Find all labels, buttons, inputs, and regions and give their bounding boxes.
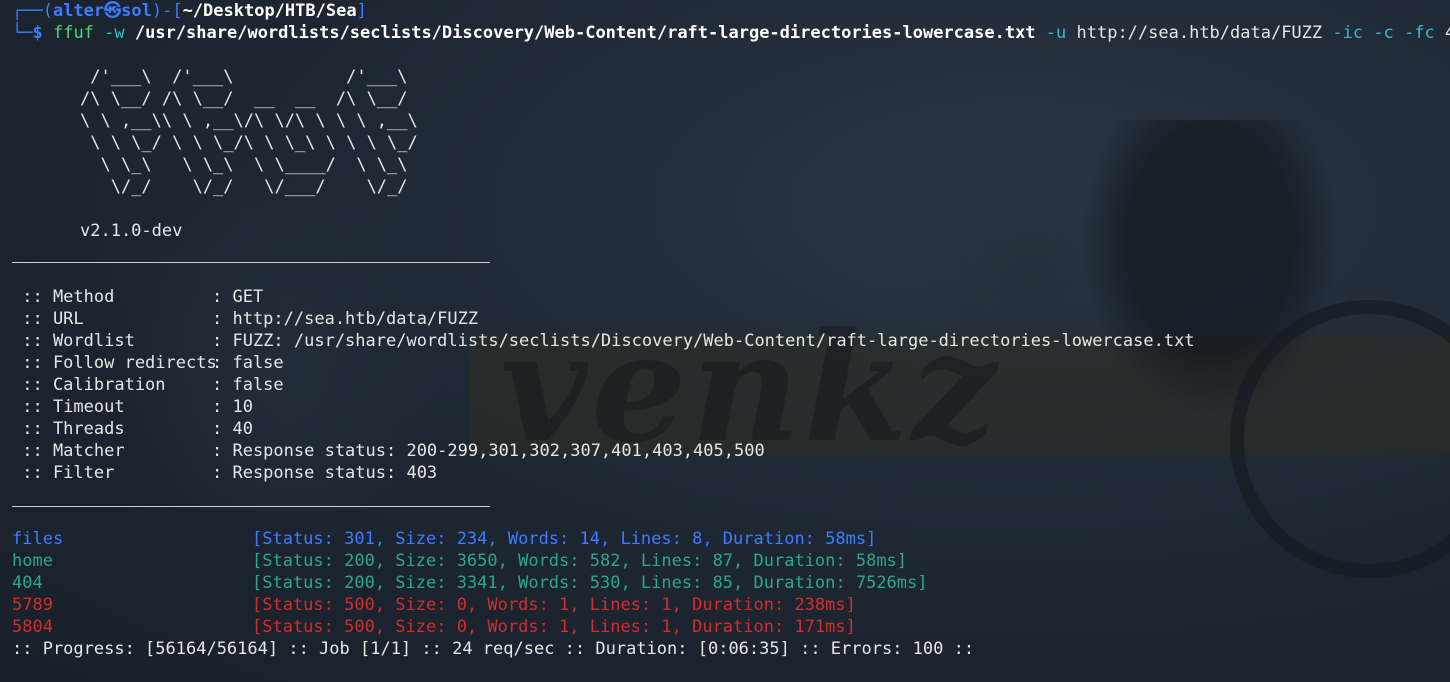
result-name: 5804 (12, 617, 53, 637)
ffuf-ascii-banner: /'___\ /'___\ /'___\ /\ \__/ /\ \__/ __ … (80, 67, 418, 197)
config-key: :: Matcher (12, 441, 125, 461)
config-value: : 40 (212, 419, 253, 439)
result-row[interactable]: home [Status: 200, Size: 3650, Words: 582… (12, 550, 907, 572)
divider-bottom (12, 506, 490, 507)
config-value: : 10 (212, 397, 253, 417)
config-key: :: Threads (12, 419, 125, 439)
prompt-end: ] (356, 1, 367, 21)
divider-top (12, 262, 490, 263)
config-value: : GET (212, 287, 264, 307)
command-flags-rest: -ic -c -fc (1322, 23, 1445, 43)
command-wordlist: /usr/share/wordlists/seclists/Discovery/… (134, 23, 1036, 43)
config-value: : false (212, 375, 284, 395)
result-detail: [Status: 500, Size: 0, Words: 1, Lines: … (252, 595, 856, 615)
config-key: :: Wordlist (12, 331, 135, 351)
command-url: http://sea.htb/data/FUZZ (1076, 23, 1323, 43)
config-row-timeout: :: Timeout : 10 (12, 396, 253, 418)
prompt-path: ~/Desktop/HTB/Sea (182, 1, 357, 21)
config-key: :: Filter (12, 463, 115, 483)
config-row-wordlist: :: Wordlist : FUZZ: /usr/share/wordlists/… (12, 330, 1195, 352)
result-row[interactable]: files [Status: 301, Size: 234, Words: 14,… (12, 528, 876, 550)
config-key: :: Calibration (12, 375, 166, 395)
result-name: 404 (12, 573, 43, 593)
config-row-matcher: :: Matcher : Response status: 200-299,301… (12, 440, 765, 462)
result-detail: [Status: 500, Size: 0, Words: 1, Lines: … (252, 617, 856, 637)
config-value: : Response status: 403 (212, 463, 438, 483)
prompt-corner-top: ┌──( (12, 1, 53, 21)
prompt-user: alter㉿sol (52, 1, 152, 21)
command-name: ffuf (52, 23, 94, 43)
config-key: :: Follow redirects (12, 353, 217, 373)
config-row-follow-redirects: :: Follow redirects: false (12, 352, 284, 374)
command-line[interactable]: └─$ ffuf -w /usr/share/wordlists/seclist… (12, 22, 1450, 44)
command-flag-u: -u (1035, 23, 1077, 43)
config-value: : Response status: 200-299,301,302,307,4… (212, 441, 765, 461)
result-detail: [Status: 200, Size: 3650, Words: 582, Li… (252, 551, 908, 571)
result-row[interactable]: 5789 [Status: 500, Size: 0, Words: 1, Lin… (12, 594, 856, 616)
prompt-mid: )-[ (151, 1, 183, 21)
result-detail: [Status: 200, Size: 3341, Words: 530, Li… (252, 573, 928, 593)
prompt-dollar: $ (32, 23, 53, 43)
config-value: : false (212, 353, 284, 373)
config-key: :: URL (12, 309, 84, 329)
config-row-method: :: Method : GET (12, 286, 263, 308)
config-row-threads: :: Threads : 40 (12, 418, 253, 440)
ffuf-version: v2.1.0-dev (80, 221, 183, 241)
result-row[interactable]: 404 [Status: 200, Size: 3341, Words: 530,… (12, 572, 928, 594)
result-name: 5789 (12, 595, 53, 615)
prompt-header: ┌──(alter㉿sol)-[~/Desktop/HTB/Sea] (12, 0, 367, 22)
config-value: : FUZZ: /usr/share/wordlists/seclists/Di… (212, 331, 1195, 351)
command-flag-w: -w (93, 23, 135, 43)
result-name: home (12, 551, 53, 571)
config-row-calibration: :: Calibration : false (12, 374, 284, 396)
progress-status-line: :: Progress: [56164/56164] :: Job [1/1] … (12, 639, 975, 659)
command-fc-value: 403 (1445, 23, 1450, 43)
config-row-filter: :: Filter : Response status: 403 (12, 462, 437, 484)
config-key: :: Method (12, 287, 115, 307)
prompt-corner-bottom: └─ (12, 23, 33, 43)
config-key: :: Timeout (12, 397, 125, 417)
config-row-url: :: URL : http://sea.htb/data/FUZZ (12, 308, 478, 330)
result-name: files (12, 529, 64, 549)
result-detail: [Status: 301, Size: 234, Words: 14, Line… (252, 529, 877, 549)
config-value: : http://sea.htb/data/FUZZ (212, 309, 479, 329)
result-row[interactable]: 5804 [Status: 500, Size: 0, Words: 1, Lin… (12, 616, 856, 638)
